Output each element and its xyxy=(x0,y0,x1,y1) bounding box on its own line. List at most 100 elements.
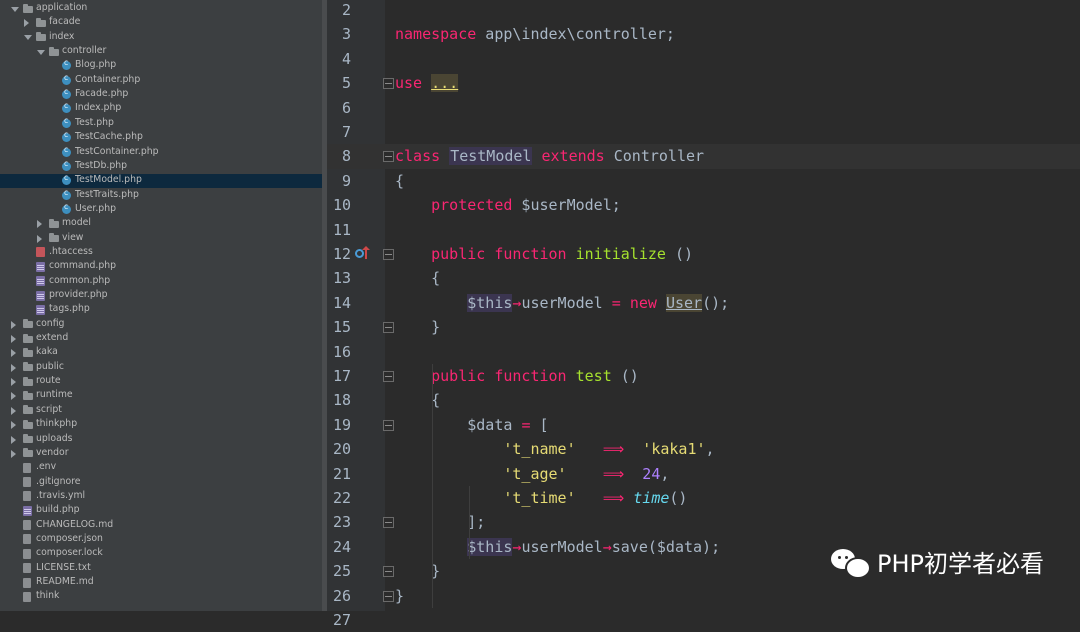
code-line[interactable]: 17 public function test () xyxy=(327,364,1080,388)
code-line[interactable]: 5 use ... xyxy=(327,71,1080,95)
tree-file[interactable]: Test.php xyxy=(0,116,322,130)
tree-file[interactable]: Blog.php xyxy=(0,58,322,73)
chevron-right-icon[interactable] xyxy=(11,435,16,444)
code-line[interactable]: 4 xyxy=(327,47,1080,71)
chevron-down-icon[interactable] xyxy=(37,49,45,55)
tree-file[interactable]: command.php xyxy=(0,260,322,274)
tree-file[interactable]: provider.php xyxy=(0,289,322,303)
tree-file[interactable]: .travis.yml xyxy=(0,489,322,503)
tree-folder[interactable]: kaka xyxy=(0,346,322,360)
tree-file[interactable]: TestDb.php xyxy=(0,159,322,173)
tree-file[interactable]: build.php xyxy=(0,504,322,518)
chevron-right-icon[interactable] xyxy=(11,320,16,329)
tree-folder[interactable]: config xyxy=(0,317,322,331)
fold-end-icon[interactable] xyxy=(383,517,394,529)
tree-file[interactable]: Index.php xyxy=(0,101,322,116)
code-editor[interactable]: 2 3 namespace app\index\controller; 4 5 use .… xyxy=(327,0,1080,629)
tree-file[interactable]: User.php xyxy=(0,202,322,216)
code-line[interactable]: 6 xyxy=(327,96,1080,120)
chevron-down-icon[interactable] xyxy=(11,6,19,12)
code-line[interactable]: 14 $this→userModel = new User(); xyxy=(327,291,1080,315)
tree-item-label: .htaccess xyxy=(49,245,93,257)
tree-folder[interactable]: index xyxy=(0,30,322,44)
tree-file[interactable]: TestModel.php xyxy=(0,173,322,189)
tree-folder[interactable]: public xyxy=(0,360,322,374)
chevron-right-icon[interactable] xyxy=(11,335,16,344)
chevron-right-icon[interactable] xyxy=(37,220,42,229)
tree-folder[interactable]: route xyxy=(0,375,322,389)
tree-folder[interactable]: model xyxy=(0,217,322,231)
chevron-right-icon[interactable] xyxy=(37,234,42,243)
tree-file[interactable]: LICENSE.txt xyxy=(0,561,322,575)
chevron-right-icon[interactable] xyxy=(11,349,16,358)
code-line[interactable]: 10 protected $userModel; xyxy=(327,193,1080,217)
code-line[interactable]: 2 xyxy=(327,0,1080,22)
code-line[interactable]: 20 't_name' ⟹ 'kaka1', xyxy=(327,437,1080,461)
tree-item-label: script xyxy=(36,403,62,415)
fold-toggle-icon[interactable] xyxy=(383,78,394,90)
fold-toggle-icon[interactable] xyxy=(383,249,394,260)
override-method-icon[interactable] xyxy=(355,249,364,258)
tree-file[interactable]: Container.php xyxy=(0,73,322,87)
chevron-right-icon[interactable] xyxy=(11,406,16,415)
arrow-up-icon[interactable] xyxy=(362,246,370,259)
code-line[interactable]: 9{ xyxy=(327,169,1080,193)
code-line[interactable]: 12 public function initialize () xyxy=(327,242,1080,266)
tree-folder[interactable]: facade xyxy=(0,16,322,30)
tree-file[interactable]: CHANGELOG.md xyxy=(0,518,322,532)
code-token: { xyxy=(395,171,405,190)
fold-toggle-icon[interactable] xyxy=(383,151,394,163)
code-line[interactable]: 21 't_age' ⟹ 24, xyxy=(327,462,1080,486)
tree-file[interactable]: .htaccess xyxy=(0,245,322,259)
tree-folder[interactable]: runtime xyxy=(0,389,322,403)
tree-folder[interactable]: view xyxy=(0,231,322,245)
tree-folder[interactable]: uploads xyxy=(0,432,322,446)
tree-file[interactable]: composer.lock xyxy=(0,547,322,561)
chevron-right-icon[interactable] xyxy=(11,449,16,458)
chevron-right-icon[interactable] xyxy=(11,421,16,430)
tree-file[interactable]: tags.php xyxy=(0,303,322,317)
tree-file[interactable]: think xyxy=(0,590,322,604)
tree-file[interactable]: TestCache.php xyxy=(0,130,322,145)
tree-file[interactable]: .gitignore xyxy=(0,475,322,489)
code-line[interactable]: 15 } xyxy=(327,315,1080,339)
chevron-right-icon[interactable] xyxy=(24,19,29,28)
tree-folder[interactable]: controller xyxy=(0,45,322,59)
code-token: 't_name' xyxy=(503,440,576,459)
chevron-right-icon[interactable] xyxy=(11,363,16,372)
tree-file[interactable]: .env xyxy=(0,461,322,475)
project-tree[interactable]: application facade index controller Blog.php… xyxy=(0,0,322,611)
tree-folder[interactable]: extend xyxy=(0,332,322,346)
tree-file[interactable]: common.php xyxy=(0,274,322,288)
tree-file[interactable]: TestContainer.php xyxy=(0,145,322,159)
tree-folder[interactable]: thinkphp xyxy=(0,418,322,432)
fold-end-icon[interactable] xyxy=(383,322,394,334)
code-line[interactable]: 3 namespace app\index\controller; xyxy=(327,22,1080,46)
code-line[interactable]: 11 xyxy=(327,218,1080,242)
chevron-right-icon[interactable] xyxy=(11,378,16,387)
tree-file[interactable]: TestTraits.php xyxy=(0,188,322,202)
fold-toggle-icon[interactable] xyxy=(383,419,394,431)
code-line[interactable]: 18 { xyxy=(327,388,1080,412)
code-line[interactable]: 27 xyxy=(327,608,1080,632)
code-line[interactable]: 13 { xyxy=(327,266,1080,290)
code-line[interactable]: 19 $data = [ xyxy=(327,413,1080,437)
fold-end-icon[interactable] xyxy=(383,590,394,602)
tree-folder[interactable]: vendor xyxy=(0,446,322,460)
fold-end-icon[interactable] xyxy=(383,566,394,578)
tree-file[interactable]: Facade.php xyxy=(0,87,322,102)
chevron-right-icon[interactable] xyxy=(11,392,16,401)
code-line[interactable]: 16 xyxy=(327,340,1080,364)
tree-file[interactable]: composer.json xyxy=(0,532,322,546)
code-line[interactable]: 22 't_time' ⟹ time() xyxy=(327,486,1080,510)
chevron-down-icon[interactable] xyxy=(24,35,32,41)
tree-folder[interactable]: script xyxy=(0,403,322,417)
tree-folder[interactable]: application xyxy=(0,2,322,16)
code-line[interactable]: 8 class TestModel extends Controller xyxy=(327,144,1080,169)
code-line[interactable]: 23 ]; xyxy=(327,510,1080,534)
tree-file[interactable]: README.md xyxy=(0,576,322,590)
fold-toggle-icon[interactable] xyxy=(383,371,394,382)
code-line[interactable]: 26} xyxy=(327,584,1080,608)
code-line[interactable]: 7 xyxy=(327,120,1080,144)
